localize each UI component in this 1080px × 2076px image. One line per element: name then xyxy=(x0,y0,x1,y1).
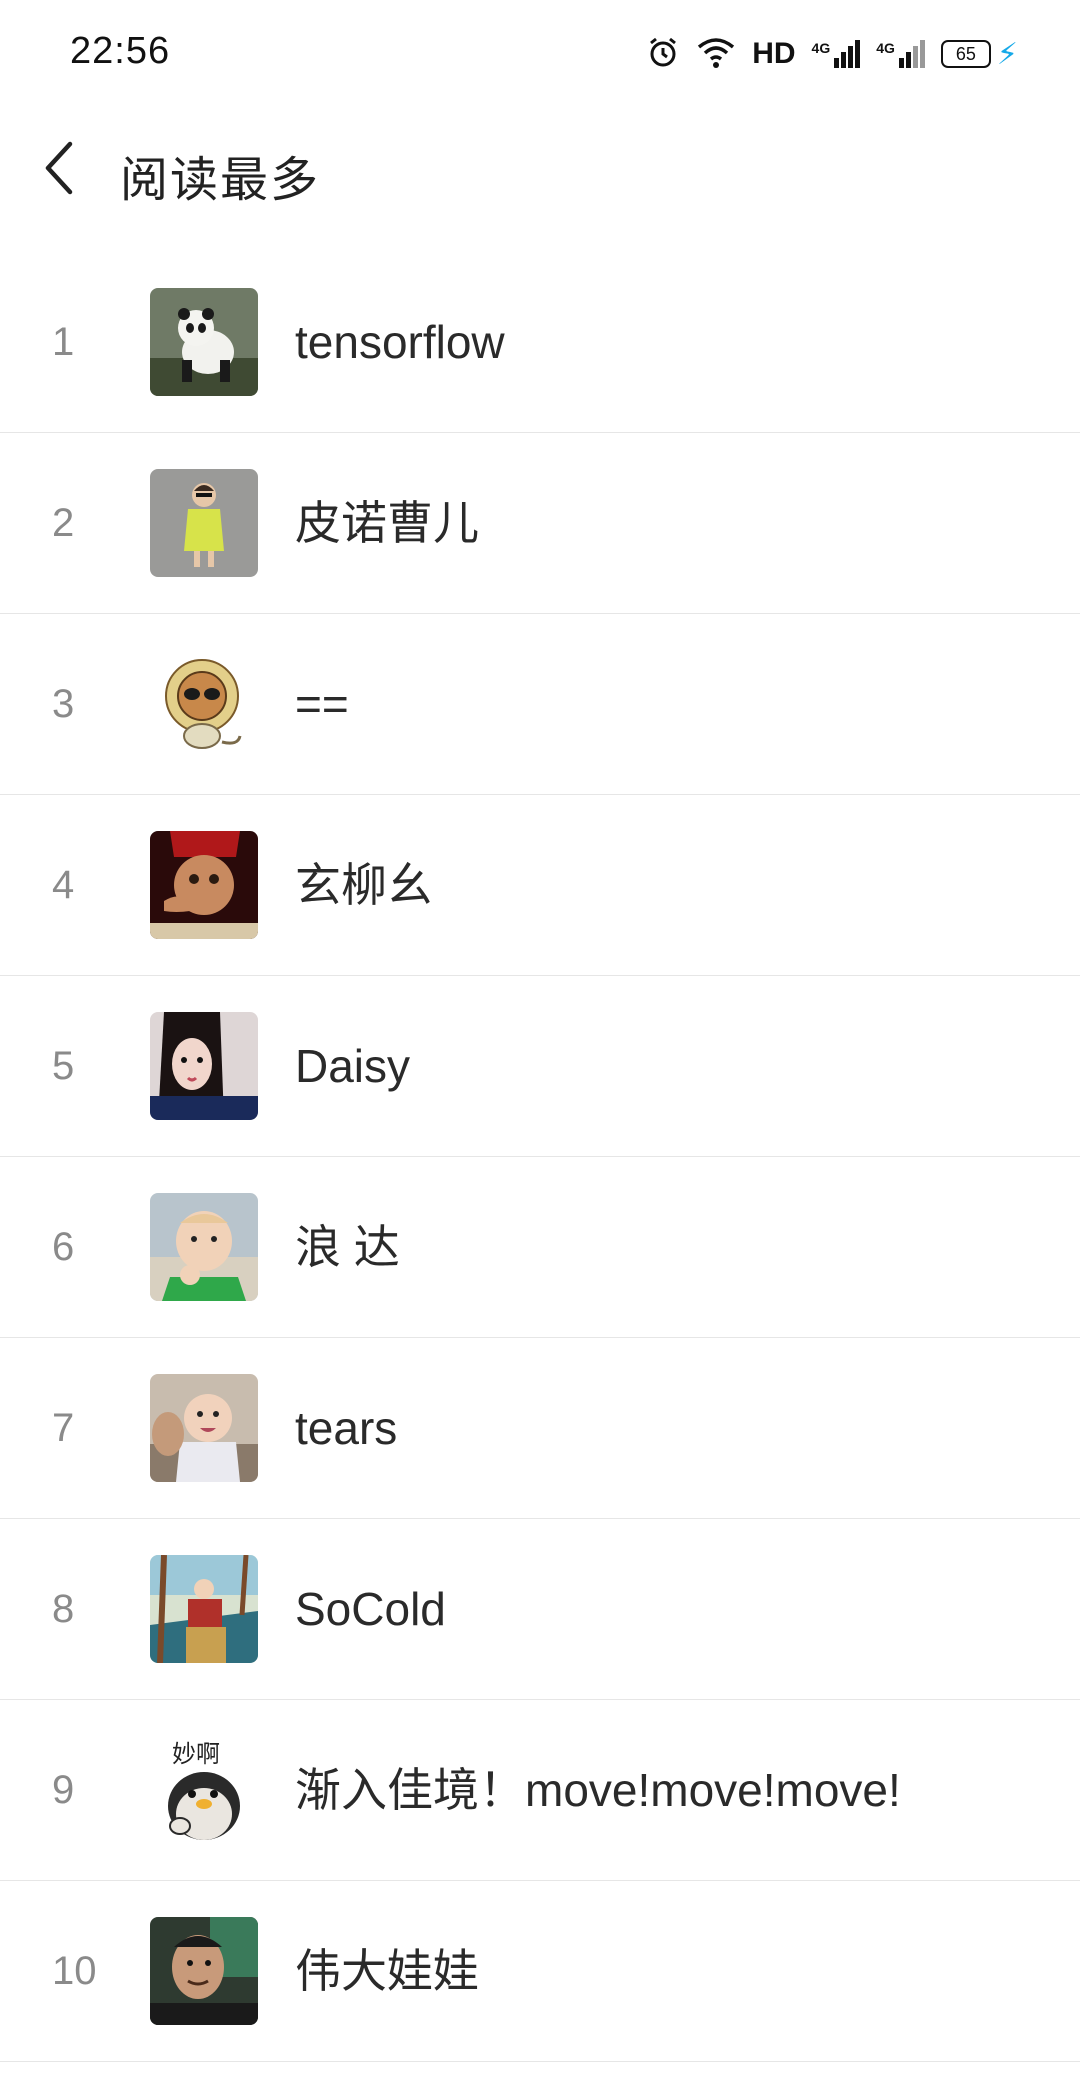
list-item[interactable]: 3 == xyxy=(0,614,1080,795)
alarm-icon xyxy=(646,35,680,74)
avatar[interactable] xyxy=(150,831,258,939)
list-item[interactable]: 5 Daisy xyxy=(0,976,1080,1157)
ranking-list: 1 tensorflow 2 皮诺曹儿 3 == 4 玄柳幺 5 Daisy 6… xyxy=(0,252,1080,2062)
avatar[interactable]: 妙啊 xyxy=(150,1736,258,1844)
list-item[interactable]: 9 妙啊 渐入佳境！move!move!move! xyxy=(0,1700,1080,1881)
list-item[interactable]: 2 皮诺曹儿 xyxy=(0,433,1080,614)
list-item[interactable]: 4 玄柳幺 xyxy=(0,795,1080,976)
status-icons: HD 4G 4G 65 ⚡ xyxy=(646,30,1018,78)
signal-icon: 4G xyxy=(812,40,861,68)
avatar-caption: 妙啊 xyxy=(172,1740,220,1768)
avatar[interactable] xyxy=(150,1917,258,2025)
list-item[interactable]: 6 浪 达 xyxy=(0,1157,1080,1338)
user-name: 玄柳幺 xyxy=(295,859,433,911)
rank-number: 9 xyxy=(52,1768,75,1812)
user-name: tensorflow xyxy=(295,316,505,368)
list-item[interactable]: 7 tears xyxy=(0,1338,1080,1519)
chevron-left-icon xyxy=(45,141,73,195)
back-button[interactable] xyxy=(38,138,82,198)
user-name: Daisy xyxy=(295,1040,411,1092)
clock: 22:56 xyxy=(70,30,171,72)
list-item[interactable]: 8 SoCold xyxy=(0,1519,1080,1700)
signal-icon: 4G xyxy=(876,40,925,68)
avatar[interactable] xyxy=(150,1374,258,1482)
network-type-label: 4G xyxy=(811,40,831,56)
user-name: 浪 达 xyxy=(295,1221,400,1273)
rank-number: 1 xyxy=(52,320,75,364)
battery-level: 65 xyxy=(955,43,976,64)
avatar[interactable] xyxy=(150,650,258,758)
user-name: 伟大娃娃 xyxy=(295,1945,479,1997)
list-item[interactable]: 10 伟大娃娃 xyxy=(0,1881,1080,2062)
rank-number: 6 xyxy=(52,1225,75,1269)
rank-number: 4 xyxy=(52,863,75,907)
rank-number: 7 xyxy=(52,1406,75,1450)
user-name: tears xyxy=(295,1402,398,1454)
rank-number: 5 xyxy=(52,1044,75,1088)
hd-indicator: HD xyxy=(752,37,796,70)
avatar[interactable] xyxy=(150,1555,258,1663)
avatar[interactable] xyxy=(150,1012,258,1120)
status-bar: 22:56 HD 4G 4G 65 ⚡ xyxy=(0,0,1080,110)
avatar[interactable] xyxy=(150,288,258,396)
user-name: 皮诺曹儿 xyxy=(295,497,479,549)
list-item[interactable]: 1 tensorflow xyxy=(0,252,1080,433)
wifi-icon xyxy=(696,35,736,74)
network-type-label: 4G xyxy=(876,40,895,56)
charging-icon: ⚡ xyxy=(996,37,1018,71)
user-name: 渐入佳境！move!move!move! xyxy=(295,1764,901,1816)
avatar[interactable] xyxy=(150,1193,258,1301)
user-name: == xyxy=(295,678,349,730)
rank-number: 10 xyxy=(52,1949,97,1993)
user-name: SoCold xyxy=(295,1583,446,1635)
page-title: 阅读最多 xyxy=(120,154,321,207)
rank-number: 2 xyxy=(52,501,75,545)
avatar[interactable] xyxy=(150,469,258,577)
header: 阅读最多 xyxy=(0,120,1080,220)
rank-number: 8 xyxy=(52,1587,75,1631)
battery-icon: 65 xyxy=(940,40,991,68)
rank-number: 3 xyxy=(52,682,75,726)
